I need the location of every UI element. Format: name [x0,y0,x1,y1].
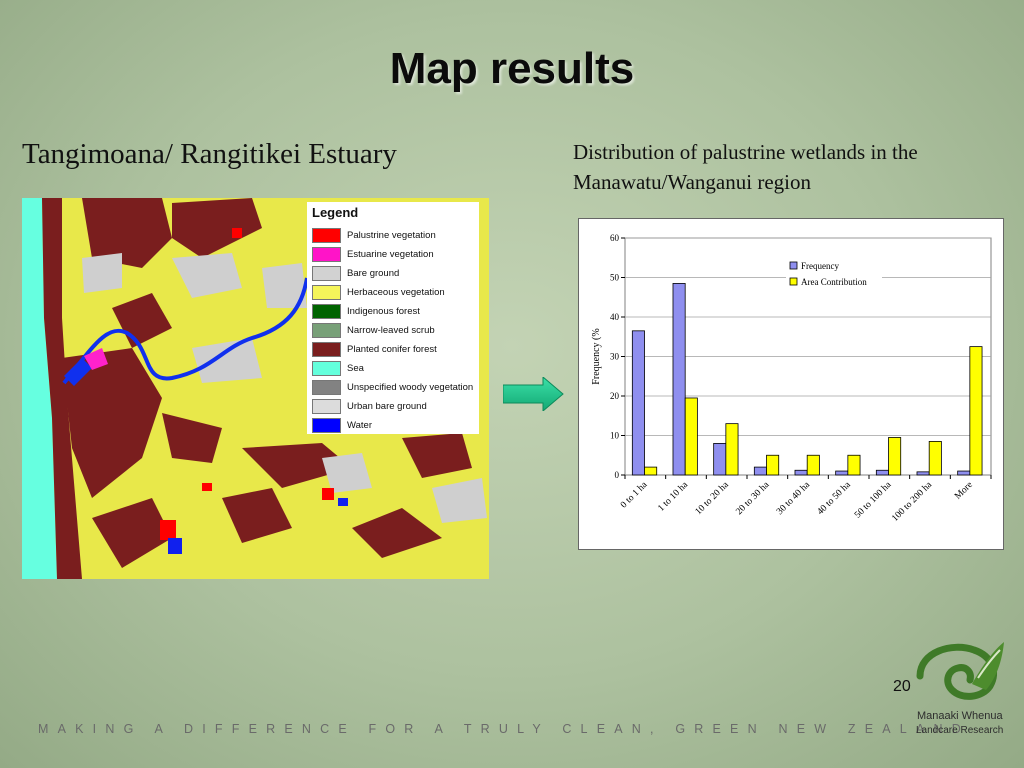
legend-entry: Area Contribution [801,277,867,287]
bar-frequency [794,469,808,476]
legend-swatch [789,277,798,286]
wetland-distribution-chart: 0 10 20 30 40 50 60 0 to 1 ha 1 to 10 ha 10 to 20… [578,218,1004,550]
legend-item-sea: Sea [312,361,364,376]
bar-frequency [713,442,727,476]
legend-label: Palustrine vegetation [347,230,436,241]
legend-label: Bare ground [347,268,400,279]
bar-area-contribution [888,437,902,476]
x-tick-label: More [953,480,975,502]
legend-entry: Frequency [801,261,839,271]
legend-label: Herbaceous vegetation [347,287,445,298]
legend-swatch [312,418,341,433]
x-tick-label: 50 to 100 ha [853,479,894,520]
legend-swatch [312,361,341,376]
bar-frequency [835,470,849,476]
legend-label: Indigenous forest [347,306,420,317]
y-tick-label: 0 [615,470,620,480]
footer-tagline: MAKING A DIFFERENCE FOR A TRULY CLEAN, G… [38,722,970,736]
legend-swatch [312,228,341,243]
legend-label: Urban bare ground [347,401,427,412]
legend-swatch [312,266,341,281]
legend-swatch [789,261,798,270]
land-cover-map: Legend Palustrine vegetation Estuarine v… [22,198,489,579]
legend-swatch [312,304,341,319]
y-tick-label: 50 [610,273,620,283]
legend-item-planted-conifer: Planted conifer forest [312,342,437,357]
x-tick-label: 40 to 50 ha [816,479,854,517]
koru-logo-icon [916,642,1004,700]
x-tick-label: 30 to 40 ha [775,479,813,517]
slide-title: Map results [389,44,635,93]
legend-item-indigenous-forest: Indigenous forest [312,304,420,319]
legend-label: Water [347,420,372,431]
x-tick-label: 100 to 200 ha [890,479,934,523]
x-tick-label: 1 to 10 ha [656,479,690,513]
legend-swatch [312,285,341,300]
legend-swatch [312,380,341,395]
x-tick-label: 0 to 1 ha [619,479,650,510]
bar-frequency [753,466,767,476]
chart-heading: Distribution of palustrine wetlands in t… [573,140,918,194]
bar-area-contribution [847,454,861,476]
logo-subtitle: Landcare Research [916,725,1004,736]
legend-label: Estuarine vegetation [347,249,434,260]
legend-item-unspecified-woody: Unspecified woody vegetation [312,380,473,395]
x-tick-label: 10 to 20 ha [694,479,732,517]
bar-frequency [672,283,686,476]
bar-area-contribution [969,346,983,476]
bar-frequency [916,471,930,476]
chart-svg: 0 10 20 30 40 50 60 0 to 1 ha 1 to 10 ha 10 to 20… [591,233,992,524]
legend-swatch [312,342,341,357]
legend-title: Legend [312,205,359,220]
bar-area-contribution [928,441,942,476]
bar-frequency [631,330,645,476]
x-tick-label: 20 to 30 ha [734,479,772,517]
bar-area-contribution [806,454,820,476]
legend-swatch [312,399,341,414]
bar-frequency [957,470,971,476]
bar-area-contribution [684,397,698,476]
y-tick-label: 10 [610,431,620,441]
y-tick-label: 40 [610,312,620,322]
legend-item-urban-bare: Urban bare ground [312,399,427,414]
legend-item-water: Water [312,418,372,433]
bar-frequency [875,469,889,476]
legend-swatch [312,247,341,262]
legend-swatch [312,323,341,338]
bar-area-contribution [644,466,658,476]
legend-label: Narrow-leaved scrub [347,325,435,336]
page-number: 20 [893,678,911,695]
map-heading: Tangimoana/ Rangitikei Estuary [22,138,397,170]
bar-area-contribution [766,454,780,476]
legend-item-narrow-leaved-scrub: Narrow-leaved scrub [312,323,435,338]
legend-label: Sea [347,363,364,374]
y-tick-label: 30 [610,352,620,362]
logo-name: Manaaki Whenua [917,710,1003,722]
y-tick-label: 60 [610,233,620,243]
legend-item-bare-ground: Bare ground [312,266,399,281]
right-arrow-icon [503,377,564,411]
legend-item-herbaceous: Herbaceous vegetation [312,285,445,300]
map-legend: Legend Palustrine vegetation Estuarine v… [307,202,479,434]
legend-item-palustrine: Palustrine vegetation [312,228,436,243]
y-tick-label: 20 [610,391,620,401]
legend-item-estuarine: Estuarine vegetation [312,247,434,262]
y-axis-label: Frequency (% [591,328,602,384]
legend-label: Planted conifer forest [347,344,437,355]
legend-label: Unspecified woody vegetation [347,382,474,393]
bar-area-contribution [725,423,739,476]
